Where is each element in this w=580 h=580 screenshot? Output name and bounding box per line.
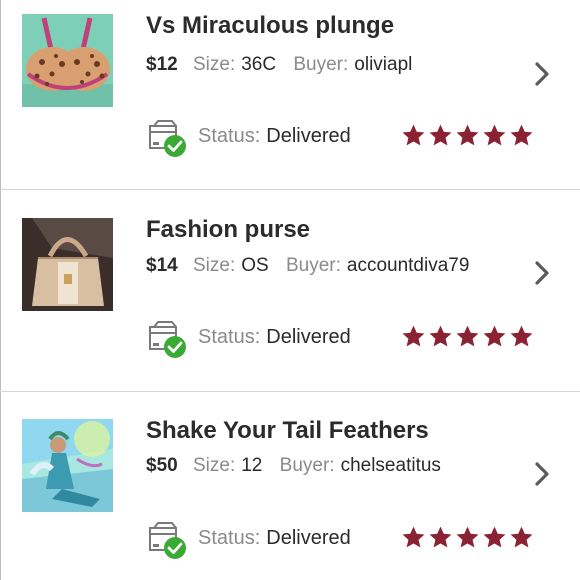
- star-icon: [510, 325, 533, 347]
- star-icon: [402, 124, 425, 146]
- star-icon: [402, 325, 425, 347]
- status-row: Status: Delivered: [146, 520, 576, 560]
- item-thumbnail[interactable]: [22, 14, 113, 107]
- status-row: Status: Delivered: [146, 118, 576, 158]
- size-value: OS: [241, 255, 269, 276]
- item-title[interactable]: Shake Your Tail Feathers: [146, 417, 429, 445]
- order-row[interactable]: Fashion purse $14 Size: OS Buyer: accountd…: [0, 202, 580, 392]
- status-text: Status: Delivered: [198, 125, 363, 148]
- item-price: $50: [146, 455, 178, 476]
- size-label: Size:: [192, 54, 236, 75]
- rating-stars: [401, 123, 536, 148]
- star-icon: [429, 526, 452, 548]
- item-title[interactable]: Vs Miraculous plunge: [146, 12, 394, 40]
- leopard-bra-photo: [22, 14, 113, 107]
- item-thumbnail[interactable]: [22, 218, 113, 311]
- status-value: Delivered: [266, 326, 351, 348]
- order-row[interactable]: Vs Miraculous plunge $12 Size: 36C Buyer:…: [0, 0, 580, 190]
- rating-stars: [401, 324, 536, 349]
- item-title[interactable]: Fashion purse: [146, 216, 310, 244]
- status-row: Status: Delivered: [146, 319, 576, 359]
- status-label: Status:: [198, 527, 261, 549]
- order-row[interactable]: Shake Your Tail Feathers $50 Size: 12 Buy…: [0, 403, 580, 580]
- status-text: Status: Delivered: [198, 527, 363, 550]
- status-value: Delivered: [266, 527, 351, 549]
- item-meta: $14 Size: OS Buyer: accountdiva79: [146, 255, 481, 277]
- item-thumbnail[interactable]: [22, 419, 113, 512]
- item-price: $14: [146, 255, 178, 276]
- star-icon: [483, 526, 506, 548]
- buyer-value[interactable]: accountdiva79: [347, 255, 470, 276]
- star-icon: [483, 124, 506, 146]
- star-icon: [429, 325, 452, 347]
- star-icon: [456, 325, 479, 347]
- buyer-label: Buyer:: [293, 54, 349, 75]
- item-price: $12: [146, 54, 178, 75]
- rating-stars: [401, 525, 536, 550]
- star-icon: [483, 325, 506, 347]
- status-text: Status: Delivered: [198, 326, 363, 349]
- star-icon: [456, 526, 479, 548]
- buyer-label: Buyer:: [279, 455, 335, 476]
- status-label: Status:: [198, 326, 261, 348]
- delivered-box-icon: [149, 321, 186, 358]
- size-label: Size:: [192, 255, 236, 276]
- status-label: Status:: [198, 125, 261, 147]
- costume-doll-photo: [22, 419, 113, 512]
- star-icon: [510, 124, 533, 146]
- item-meta: $12 Size: 36C Buyer: oliviapl: [146, 54, 424, 76]
- item-meta: $50 Size: 12 Buyer: chelseatitus: [146, 455, 453, 477]
- delivered-box-icon: [149, 120, 186, 157]
- size-label: Size:: [192, 455, 236, 476]
- chevron-right-icon[interactable]: [532, 461, 552, 487]
- star-icon: [429, 124, 452, 146]
- buyer-value[interactable]: chelseatitus: [341, 455, 441, 476]
- handbag-photo: [22, 218, 113, 311]
- star-icon: [456, 124, 479, 146]
- chevron-right-icon[interactable]: [532, 61, 552, 87]
- delivered-box-icon: [149, 522, 186, 559]
- size-value: 12: [241, 455, 263, 476]
- buyer-label: Buyer:: [285, 255, 341, 276]
- star-icon: [510, 526, 533, 548]
- buyer-value[interactable]: oliviapl: [354, 54, 412, 75]
- status-value: Delivered: [266, 125, 351, 147]
- star-icon: [402, 526, 425, 548]
- chevron-right-icon[interactable]: [532, 260, 552, 286]
- size-value: 36C: [241, 54, 277, 75]
